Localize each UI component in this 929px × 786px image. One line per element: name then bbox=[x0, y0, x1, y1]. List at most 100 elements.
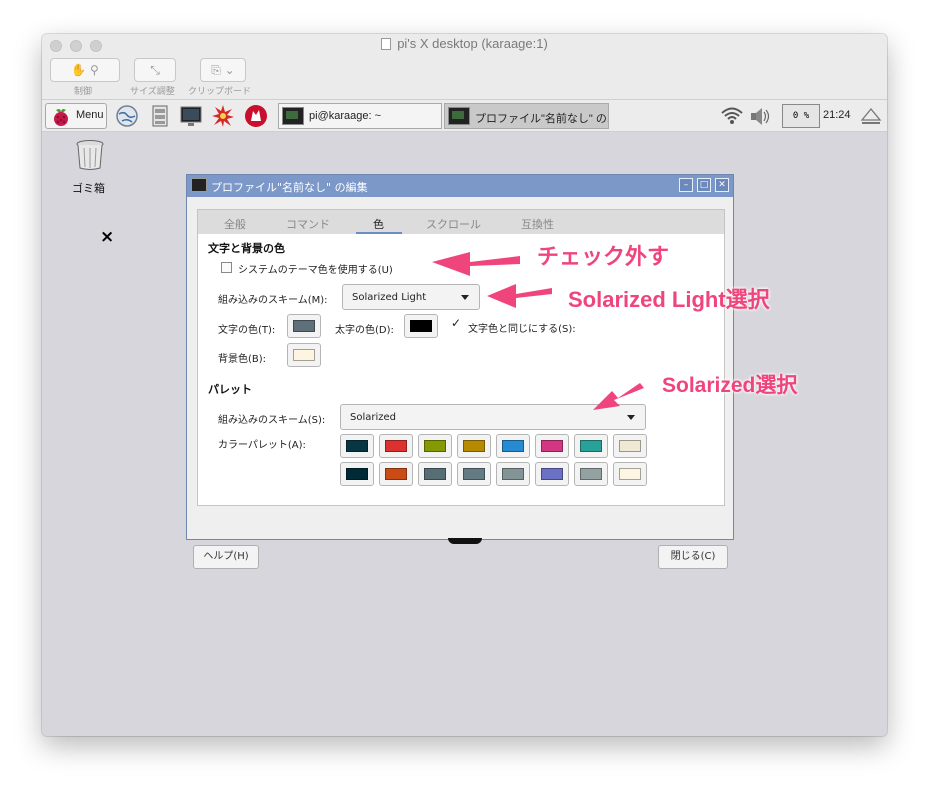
palette-color-swatch bbox=[502, 468, 524, 480]
binoculars-icon: ⚲ bbox=[89, 63, 99, 77]
bold-color-button[interactable] bbox=[404, 314, 438, 338]
window-title: pi's X desktop (karaage:1) bbox=[397, 36, 548, 51]
palette-color-swatch bbox=[385, 440, 407, 452]
bg-color-button[interactable] bbox=[287, 343, 321, 367]
shrink-icon: ⤡ bbox=[150, 63, 160, 77]
document-icon bbox=[381, 38, 392, 50]
file-manager-icon[interactable] bbox=[148, 104, 172, 128]
text-scheme-select[interactable]: Solarized Light bbox=[342, 284, 480, 310]
palette-scheme-select[interactable]: Solarized bbox=[340, 404, 646, 430]
control-button[interactable]: ✋ ⚲ bbox=[50, 58, 120, 82]
menu-label: Menu bbox=[76, 109, 104, 121]
palette-color-swatch bbox=[346, 468, 368, 480]
window-title-row: pi's X desktop (karaage:1) bbox=[42, 36, 887, 51]
same-as-text-checkbox[interactable]: ✓ bbox=[451, 316, 461, 330]
palette-color-button[interactable] bbox=[340, 462, 374, 486]
taskbar-item-terminal[interactable]: pi@karaage: ~ bbox=[278, 103, 442, 129]
bold-color-swatch bbox=[410, 320, 432, 332]
palette-color-button[interactable] bbox=[457, 434, 491, 458]
clock: 21:24 bbox=[823, 109, 851, 121]
raspberry-icon bbox=[54, 109, 68, 126]
palette-label: カラーパレット(A): bbox=[218, 440, 306, 451]
control-label: 制御 bbox=[74, 87, 93, 97]
palette-color-button[interactable] bbox=[418, 434, 452, 458]
tab-colors[interactable]: 色 bbox=[373, 216, 384, 232]
palette-color-swatch bbox=[619, 468, 641, 480]
tab-general[interactable]: 全般 bbox=[224, 216, 246, 232]
palette-color-swatch bbox=[385, 468, 407, 480]
palette-color-swatch bbox=[619, 440, 641, 452]
palette-color-swatch bbox=[424, 468, 446, 480]
palette-color-swatch bbox=[424, 440, 446, 452]
terminal-icon bbox=[191, 178, 207, 192]
palette-color-swatch bbox=[580, 468, 602, 480]
palette-color-button[interactable] bbox=[496, 462, 530, 486]
resize-button[interactable]: ⤡ bbox=[134, 58, 176, 82]
palette-color-button[interactable] bbox=[613, 434, 647, 458]
chevron-down-icon bbox=[627, 415, 635, 420]
palette-color-swatch bbox=[541, 468, 563, 480]
palette-color-button[interactable] bbox=[613, 462, 647, 486]
palette-color-swatch bbox=[541, 440, 563, 452]
chevron-down-icon bbox=[461, 295, 469, 300]
annotation-uncheck: チェック外す bbox=[537, 244, 670, 269]
eject-icon[interactable] bbox=[859, 104, 883, 128]
text-scheme-value: Solarized Light bbox=[352, 292, 427, 303]
terminal-icon bbox=[282, 107, 304, 125]
tab-command[interactable]: コマンド bbox=[286, 216, 330, 232]
tab-scrolling[interactable]: スクロール bbox=[426, 216, 481, 232]
resize-label: サイズ調整 bbox=[130, 87, 175, 97]
pointer-icon: ✋ bbox=[71, 63, 87, 77]
clipboard-label: クリップボード bbox=[188, 87, 252, 97]
dialog-shadow-blob bbox=[448, 538, 482, 544]
text-scheme-label: 組み込みのスキーム(M): bbox=[218, 295, 328, 306]
annotation-solarized-light: Solarized Light選択 bbox=[568, 287, 770, 312]
palette-color-button[interactable] bbox=[340, 434, 374, 458]
palette-color-button[interactable] bbox=[574, 434, 608, 458]
bg-color-label: 背景色(B): bbox=[218, 354, 267, 365]
bg-color-swatch bbox=[293, 349, 315, 361]
palette-color-swatch bbox=[346, 440, 368, 452]
math-icon[interactable] bbox=[211, 104, 235, 128]
tab-compatibility[interactable]: 互換性 bbox=[521, 216, 554, 232]
close-icon[interactable]: ✕ bbox=[715, 178, 729, 192]
use-theme-label: システムのテーマ色を使用する(U) bbox=[238, 265, 393, 276]
use-theme-checkbox[interactable] bbox=[221, 262, 232, 273]
palette-header: パレット bbox=[208, 383, 252, 396]
minimize-icon[interactable]: – bbox=[679, 178, 693, 192]
palette-color-swatch bbox=[580, 440, 602, 452]
volume-icon[interactable] bbox=[748, 104, 772, 128]
text-color-swatch bbox=[293, 320, 315, 332]
trash-icon[interactable] bbox=[76, 140, 104, 170]
dialog-title: プロファイル"名前なし" の編集 bbox=[211, 181, 368, 194]
text-color-button[interactable] bbox=[287, 314, 321, 338]
close-mark[interactable]: × bbox=[100, 227, 114, 247]
dialog-titlebar: プロファイル"名前なし" の編集 – □ ✕ bbox=[187, 175, 733, 197]
palette-scheme-label: 組み込みのスキーム(S): bbox=[218, 415, 326, 426]
palette-color-button[interactable] bbox=[457, 462, 491, 486]
terminal-icon[interactable] bbox=[179, 104, 203, 128]
palette-color-button[interactable] bbox=[535, 434, 569, 458]
palette-color-swatch bbox=[463, 468, 485, 480]
palette-color-button[interactable] bbox=[379, 434, 413, 458]
wifi-icon[interactable] bbox=[720, 104, 744, 128]
clipboard-icon: ⎘ ⌄ bbox=[211, 63, 235, 77]
web-browser-icon[interactable] bbox=[115, 104, 139, 128]
wolfram-icon[interactable] bbox=[244, 104, 268, 128]
taskbar-item-profile[interactable]: プロファイル"名前なし" の... bbox=[444, 103, 609, 129]
palette-color-button[interactable] bbox=[496, 434, 530, 458]
terminal-icon bbox=[448, 107, 470, 125]
maximize-icon[interactable]: □ bbox=[697, 178, 711, 192]
palette-color-button[interactable] bbox=[418, 462, 452, 486]
taskbar-item-label: pi@karaage: ~ bbox=[309, 110, 382, 122]
palette-color-button[interactable] bbox=[574, 462, 608, 486]
taskbar-item-label: プロファイル"名前なし" の... bbox=[475, 113, 609, 125]
palette-color-swatch bbox=[463, 440, 485, 452]
help-button[interactable]: ヘルプ(H) bbox=[193, 545, 259, 569]
clipboard-button[interactable]: ⎘ ⌄ bbox=[200, 58, 246, 82]
menu-button[interactable]: Menu bbox=[45, 103, 107, 129]
close-button[interactable]: 閉じる(C) bbox=[658, 545, 728, 569]
bold-color-label: 太字の色(D): bbox=[335, 325, 394, 336]
palette-color-button[interactable] bbox=[535, 462, 569, 486]
palette-color-button[interactable] bbox=[379, 462, 413, 486]
